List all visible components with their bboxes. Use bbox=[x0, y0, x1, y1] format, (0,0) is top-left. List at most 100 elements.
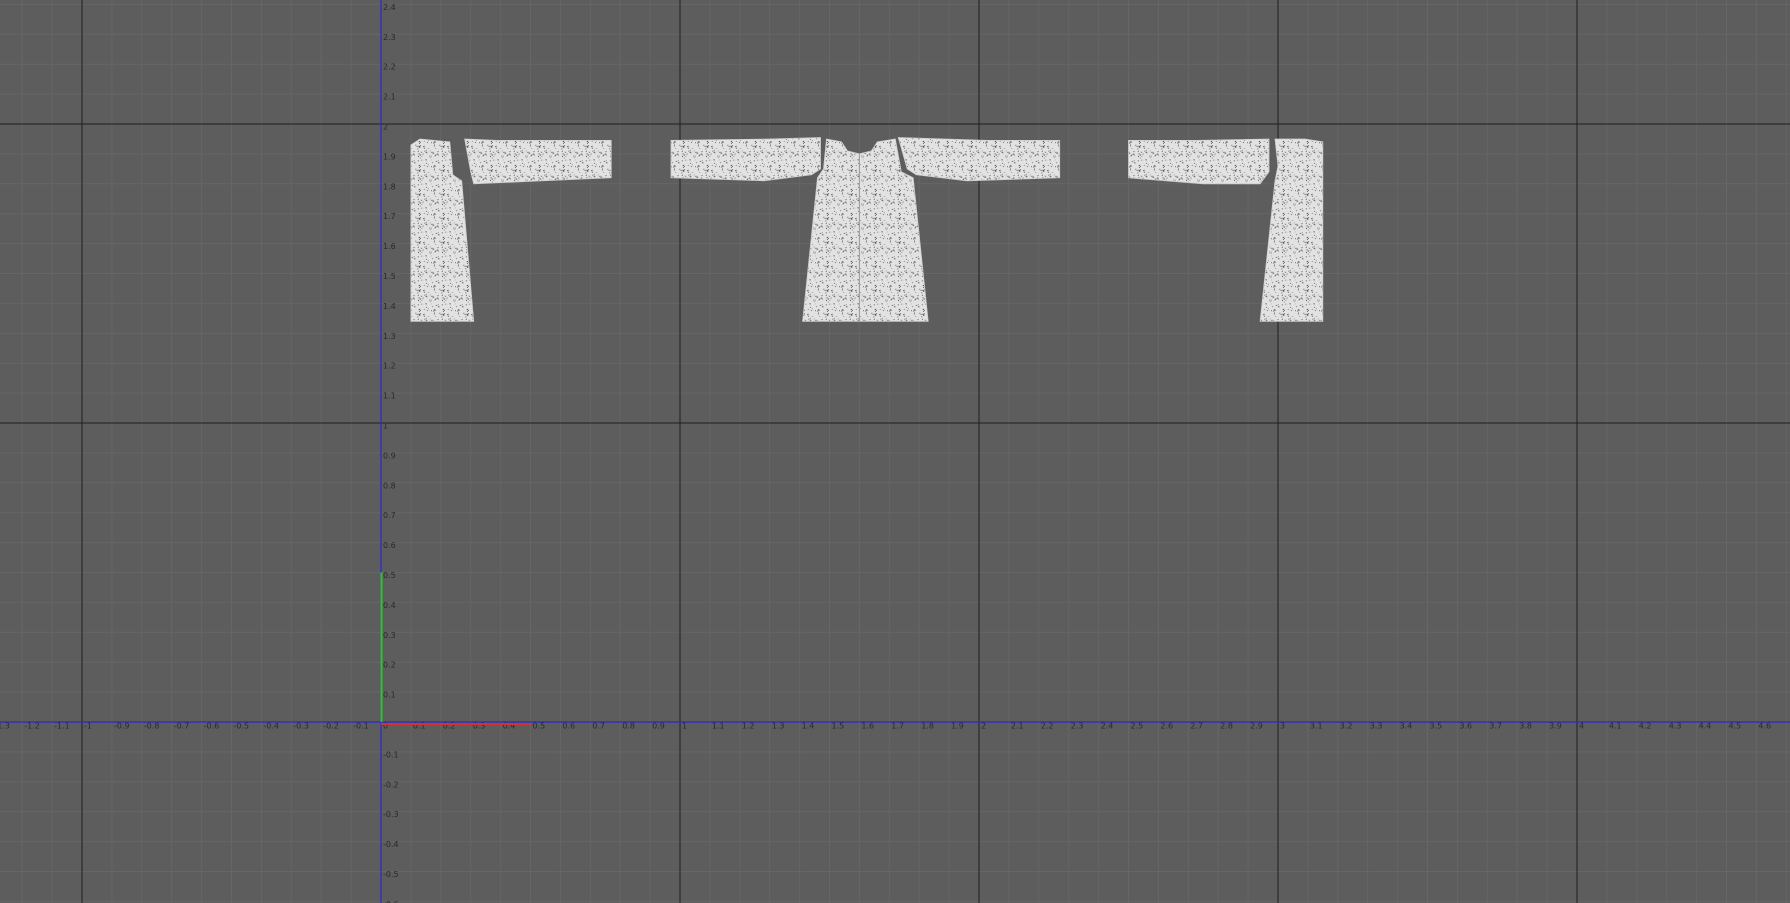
v-tick-label: 0.1 bbox=[383, 691, 396, 700]
v-tick-label: 2.4 bbox=[383, 3, 396, 12]
u-tick-label: 2.1 bbox=[1011, 722, 1024, 731]
u-tick-label: -0.8 bbox=[144, 722, 160, 731]
v-tick-label: 1.2 bbox=[383, 362, 396, 371]
uv-shell-back-left-sleeve[interactable] bbox=[670, 137, 821, 182]
v-tick-label: 0.6 bbox=[383, 541, 396, 550]
u-tick-label: 3.9 bbox=[1549, 722, 1562, 731]
v-tick-label: 0.7 bbox=[383, 511, 396, 520]
u-tick-label: 3.4 bbox=[1400, 722, 1413, 731]
v-tick-label: 0.4 bbox=[383, 601, 396, 610]
uv-editor-viewport[interactable]: -1.3 -1.2 -1.1 -1 -0.9 -0.8 -0.7 -0.6 -0.5 -0.4 -0… bbox=[0, 0, 1790, 903]
u-tick-label: -0.3 bbox=[293, 722, 309, 731]
u-tick-label: 2.8 bbox=[1220, 722, 1233, 731]
uv-grid-canvas[interactable]: -1.3 -1.2 -1.1 -1 -0.9 -0.8 -0.7 -0.6 -0.5 -0.4 -0… bbox=[0, 0, 1790, 903]
v-tick-label: 2.1 bbox=[383, 93, 396, 102]
u-tick-label: 0.2 bbox=[443, 722, 456, 731]
v-tick-label: -0.4 bbox=[383, 840, 399, 849]
v-tick-label: 1.1 bbox=[383, 392, 396, 401]
v-tick-label: 0.9 bbox=[383, 451, 396, 460]
u-tick-label: 4 bbox=[1579, 722, 1584, 731]
u-tick-label: 1 bbox=[682, 722, 687, 731]
u-tick-label: -0.5 bbox=[234, 722, 250, 731]
uv-shell-left-side-panel[interactable] bbox=[410, 138, 475, 322]
u-tick-label: 4.1 bbox=[1609, 722, 1622, 731]
u-tick-label: 2 bbox=[981, 722, 986, 731]
v-tick-label: 2 bbox=[383, 123, 388, 132]
uv-axes bbox=[0, 0, 1790, 903]
u-tick-label: -0.9 bbox=[114, 722, 130, 731]
u-tick-label: -1.2 bbox=[24, 722, 40, 731]
v-tick-label: 1.4 bbox=[383, 302, 396, 311]
u-tick-label: 2.3 bbox=[1071, 722, 1084, 731]
u-tick-label: 0.9 bbox=[652, 722, 665, 731]
u-tick-label: -0.7 bbox=[174, 722, 190, 731]
v-tick-label: -0.1 bbox=[383, 750, 399, 759]
u-tick-label: -0.6 bbox=[204, 722, 220, 731]
v-tick-label: -0.2 bbox=[383, 780, 399, 789]
u-tick-label: 1.7 bbox=[891, 722, 904, 731]
u-tick-label: 0.5 bbox=[533, 722, 546, 731]
u-tick-label: 4.4 bbox=[1699, 722, 1712, 731]
u-tick-label: 3.2 bbox=[1340, 722, 1353, 731]
u-tick-label: 3.5 bbox=[1430, 722, 1443, 731]
u-tick-label: -0.4 bbox=[263, 722, 279, 731]
v-tick-label: 1.7 bbox=[383, 212, 396, 221]
v-tick-label: 2.2 bbox=[383, 63, 396, 72]
u-tick-label: 4.5 bbox=[1729, 722, 1742, 731]
u-tick-label: 1.9 bbox=[951, 722, 964, 731]
u-tick-label: 3 bbox=[1280, 722, 1285, 731]
u-tick-label: 1.8 bbox=[921, 722, 934, 731]
u-tick-label: 2.9 bbox=[1250, 722, 1263, 731]
u-tick-label: 0.3 bbox=[473, 722, 486, 731]
u-tick-label: 3.6 bbox=[1459, 722, 1472, 731]
u-tick-label: 2.7 bbox=[1190, 722, 1203, 731]
v-tick-label: 1 bbox=[383, 422, 388, 431]
u-tick-label: -1 bbox=[84, 722, 92, 731]
v-tick-label: 2.3 bbox=[383, 33, 396, 42]
v-tick-label: 1.3 bbox=[383, 332, 396, 341]
u-tick-label: 1.4 bbox=[802, 722, 815, 731]
v-tick-label: 0.2 bbox=[383, 661, 396, 670]
u-tick-label: 2.6 bbox=[1160, 722, 1173, 731]
v-tick-label: 0.8 bbox=[383, 481, 396, 490]
uv-shell-left-sleeve-1[interactable] bbox=[464, 138, 612, 185]
u-tick-label: 2.2 bbox=[1041, 722, 1054, 731]
u-tick-label: 1.2 bbox=[742, 722, 755, 731]
v-tick-label: 1.6 bbox=[383, 242, 396, 251]
u-tick-label: 2.5 bbox=[1131, 722, 1144, 731]
u-tick-label: 1.5 bbox=[832, 722, 845, 731]
u-tick-label: -1.1 bbox=[54, 722, 70, 731]
uv-shells bbox=[410, 137, 1324, 322]
u-tick-label: 3.8 bbox=[1519, 722, 1532, 731]
u-tick-label: 0.8 bbox=[622, 722, 635, 731]
u-tick-label: 0.4 bbox=[503, 722, 516, 731]
u-tick-label: 0.6 bbox=[562, 722, 575, 731]
v-tick-label: 1.8 bbox=[383, 182, 396, 191]
u-tick-label: 3.7 bbox=[1489, 722, 1502, 731]
uv-shell-right-side-panel[interactable] bbox=[1259, 138, 1324, 322]
u-tick-label: -0.2 bbox=[323, 722, 339, 731]
uv-origin-gizmo bbox=[380, 572, 531, 725]
major-grid bbox=[0, 0, 1790, 903]
u-tick-label: 1.6 bbox=[861, 722, 874, 731]
v-tick-label: 1.5 bbox=[383, 272, 396, 281]
u-tick-label: 0 bbox=[383, 722, 388, 731]
v-tick-label: -0.5 bbox=[383, 870, 399, 879]
u-tick-label: 3.1 bbox=[1310, 722, 1323, 731]
u-tick-label: 4.2 bbox=[1639, 722, 1652, 731]
u-tick-label: 2.4 bbox=[1101, 722, 1114, 731]
uv-shell-back-right-sleeve[interactable] bbox=[897, 137, 1061, 182]
uv-shell-right-sleeve-1[interactable] bbox=[1128, 138, 1270, 185]
u-tick-label: -0.1 bbox=[353, 722, 369, 731]
u-tick-label: -1.3 bbox=[0, 722, 10, 731]
u-tick-label: 4.6 bbox=[1758, 722, 1771, 731]
v-tick-label: 0.3 bbox=[383, 631, 396, 640]
v-tick-label: 0.5 bbox=[383, 571, 396, 580]
u-tick-label: 3.3 bbox=[1370, 722, 1383, 731]
u-tick-label: 4.3 bbox=[1669, 722, 1682, 731]
v-tick-label: 1.9 bbox=[383, 152, 396, 161]
minor-grid bbox=[0, 0, 1790, 903]
v-tick-label: -0.3 bbox=[383, 810, 399, 819]
u-tick-label: 1.3 bbox=[772, 722, 785, 731]
u-tick-label: 1.1 bbox=[712, 722, 725, 731]
